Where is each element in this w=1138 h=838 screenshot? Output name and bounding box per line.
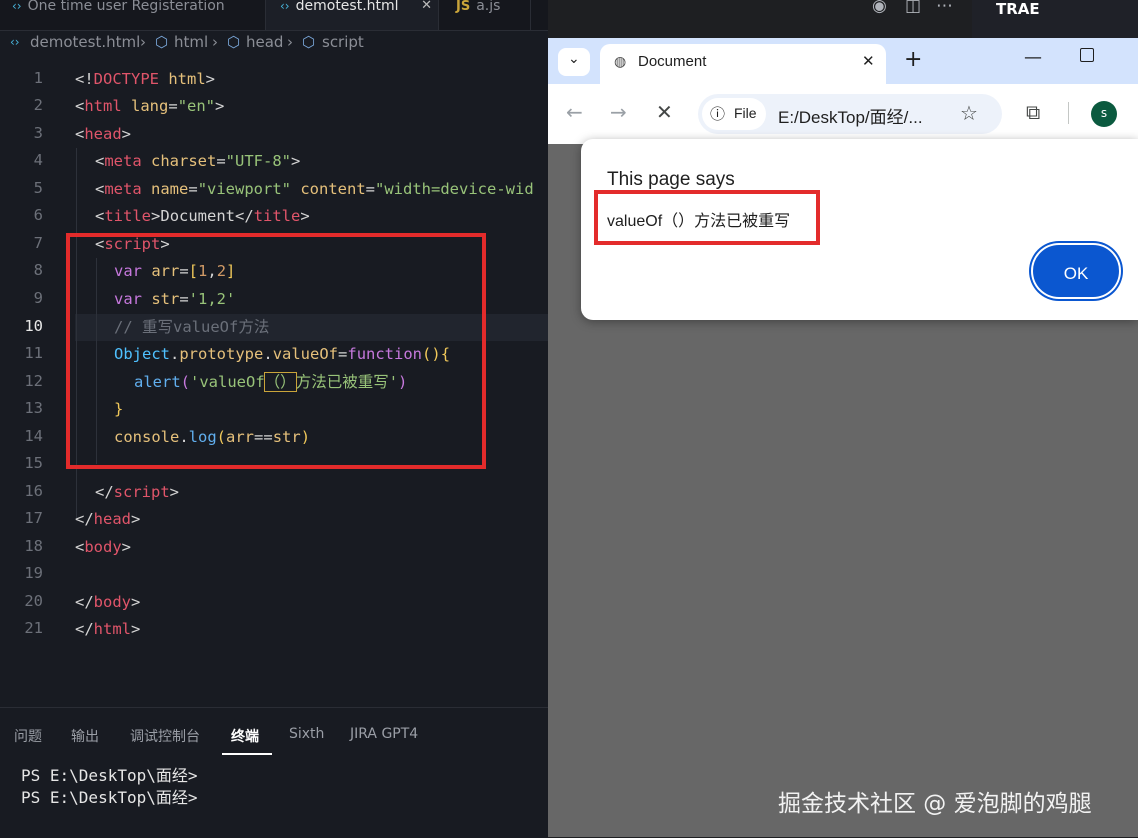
close-tab-icon[interactable]: ✕ xyxy=(421,0,432,12)
line-number: 11 xyxy=(24,344,43,362)
breadcrumb-item-file[interactable]: demotest.html xyxy=(30,33,140,51)
browser-tab-title: Document xyxy=(638,53,707,70)
code-editor[interactable]: ‹› One time user Registeration ‹› demotest… xyxy=(0,0,548,838)
dialog-title: This page says xyxy=(607,169,735,190)
breadcrumb-item-head[interactable]: head xyxy=(246,33,283,51)
tab-search-button[interactable]: ⌄ xyxy=(558,48,590,76)
html-file-icon: ‹› xyxy=(280,0,290,13)
tab-a-js[interactable]: JS a.js xyxy=(456,0,536,30)
line-number: 5 xyxy=(33,179,43,197)
line-number: 1 xyxy=(33,69,43,87)
line-number: 12 xyxy=(24,372,43,390)
chevron-down-icon: ⌄ xyxy=(568,51,580,67)
element-icon: ⬡ xyxy=(155,33,169,51)
line-number: 19 xyxy=(24,564,43,582)
code-line-16: </script> xyxy=(95,483,180,501)
back-arrow-icon[interactable]: ← xyxy=(566,100,583,124)
code-line-20: </body> xyxy=(75,593,141,611)
code-line-1: <!DOCTYPE html> xyxy=(75,70,216,88)
tab-one-time-user-registeration[interactable]: ‹› One time user Registeration xyxy=(12,0,264,30)
trae-panel-title: TRAE xyxy=(996,0,1040,18)
extensions-puzzle-icon[interactable]: ⧉ xyxy=(1026,100,1040,124)
stop-loading-icon[interactable]: ✕ xyxy=(656,100,673,124)
editor-tab-bar: ‹› One time user Registeration ‹› demotest… xyxy=(0,0,548,31)
new-tab-icon[interactable]: + xyxy=(904,47,922,72)
close-tab-icon[interactable]: ✕ xyxy=(862,52,875,70)
bookmark-star-icon[interactable]: ☆ xyxy=(960,101,978,125)
site-info-chip[interactable]: ⓘ File xyxy=(702,98,766,130)
ok-button[interactable]: OK xyxy=(1033,245,1119,297)
line-number: 17 xyxy=(24,509,43,527)
toolbar-divider xyxy=(1068,102,1069,124)
code-line-3: <head> xyxy=(75,125,132,143)
html-file-icon: ‹› xyxy=(12,0,22,13)
breadcrumb-item-html[interactable]: html xyxy=(174,33,208,51)
js-file-icon: JS xyxy=(456,0,471,14)
code-annotation-box xyxy=(66,233,486,469)
tab-output[interactable]: 输出 xyxy=(71,726,99,746)
bottom-panel: 问题 输出 调试控制台 终端 Sixth JIRA GPT4 PS E:\Des… xyxy=(0,707,548,838)
url-text[interactable]: E:/DeskTop/面经/... xyxy=(778,103,923,128)
breadcrumb: ‹› demotest.html › ⬡ html › ⬡ head › ⬡ s… xyxy=(0,31,548,55)
line-number: 4 xyxy=(33,151,43,169)
profile-avatar[interactable]: s xyxy=(1091,101,1117,127)
minimize-icon[interactable]: — xyxy=(1024,47,1042,68)
line-number: 18 xyxy=(24,537,43,555)
line-number: 8 xyxy=(33,261,43,279)
line-number: 15 xyxy=(24,454,43,472)
breadcrumb-item-script[interactable]: script xyxy=(322,33,364,51)
line-number: 20 xyxy=(24,592,43,610)
message-annotation-box xyxy=(594,190,820,245)
code-line-18: <body> xyxy=(75,538,132,556)
active-tab-indicator xyxy=(222,753,272,755)
tab-jira-gpt4[interactable]: JIRA GPT4 xyxy=(350,726,418,742)
maximize-icon[interactable] xyxy=(1080,48,1094,62)
code-line-4: <meta charset="UTF-8"> xyxy=(95,152,301,170)
forward-arrow-icon[interactable]: → xyxy=(610,100,627,124)
html-file-icon: ‹› xyxy=(10,35,20,49)
line-number: 21 xyxy=(24,619,43,637)
terminal-line[interactable]: PS E:\DeskTop\面经> xyxy=(21,762,198,786)
watermark: 掘金技术社区 @ 爱泡脚的鸡腿 xyxy=(778,791,1092,817)
tab-sixth[interactable]: Sixth xyxy=(289,726,324,742)
split-editor-icon[interactable]: ◫ xyxy=(905,0,921,16)
line-number: 3 xyxy=(33,124,43,142)
code-line-21: </html> xyxy=(75,620,141,638)
browser-titlebar: ⌄ ◍ Document ✕ + — xyxy=(548,38,1138,84)
chevron-right-icon: › xyxy=(287,33,293,51)
terminal-line[interactable]: PS E:\DeskTop\面经> xyxy=(21,784,198,808)
chevron-right-icon: › xyxy=(140,33,146,51)
info-icon: ⓘ xyxy=(710,105,726,123)
code-line-5: <meta name="viewport" content="width=dev… xyxy=(95,180,534,198)
line-number: 10 xyxy=(24,317,43,335)
globe-icon: ◍ xyxy=(614,54,627,70)
code-line-6: <title>Document</title> xyxy=(95,207,310,225)
line-number: 14 xyxy=(24,427,43,445)
tab-terminal[interactable]: 终端 xyxy=(231,726,259,746)
line-number: 6 xyxy=(33,206,43,224)
more-actions-icon[interactable]: ⋯ xyxy=(936,0,953,16)
line-number: 2 xyxy=(33,96,43,114)
element-icon: ⬡ xyxy=(302,33,316,51)
code-line-17: </head> xyxy=(75,510,141,528)
line-number: 9 xyxy=(33,289,43,307)
browser-toolbar: ← → ✕ ⓘ File E:/DeskTop/面经/... ☆ ⧉ s xyxy=(548,84,1138,144)
tab-problems[interactable]: 问题 xyxy=(14,726,42,746)
url-scheme-label: File xyxy=(734,105,757,121)
browser-tab[interactable]: ◍ Document ✕ xyxy=(600,44,886,84)
line-number: 7 xyxy=(33,234,43,252)
code-line-2: <html lang="en"> xyxy=(75,97,225,115)
tab-demotest-html[interactable]: ‹› demotest.html ✕ xyxy=(266,0,438,30)
line-number: 16 xyxy=(24,482,43,500)
element-icon: ⬡ xyxy=(227,33,241,51)
line-number: 13 xyxy=(24,399,43,417)
tab-debug-console[interactable]: 调试控制台 xyxy=(130,726,200,746)
preview-eye-icon[interactable]: ◉ xyxy=(872,0,887,16)
chevron-right-icon: › xyxy=(212,33,218,51)
address-bar[interactable]: ⓘ File E:/DeskTop/面经/... ☆ xyxy=(698,94,1002,134)
